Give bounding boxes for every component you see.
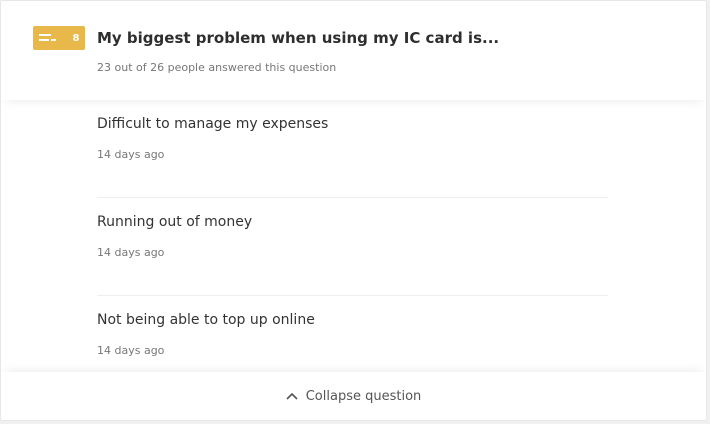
question-title: My biggest problem when using my IC card… <box>97 29 500 47</box>
list-item: Difficult to manage my expenses 14 days … <box>97 100 608 198</box>
question-badge: 8 <box>33 26 85 50</box>
answer-text: Running out of money <box>97 214 253 230</box>
question-header: 8 My biggest problem when using my IC ca… <box>1 1 706 100</box>
question-card: 8 My biggest problem when using my IC ca… <box>1 1 706 420</box>
collapse-question-button[interactable]: Collapse question <box>1 372 706 420</box>
list-item: Not being able to top up online 14 days … <box>97 296 608 371</box>
answer-list: Difficult to manage my expenses 14 days … <box>97 100 608 371</box>
answer-timestamp: 14 days ago <box>97 344 165 357</box>
list-item: Running out of money 14 days ago <box>97 198 608 296</box>
collapse-question-label: Collapse question <box>305 388 422 404</box>
answer-timestamp: 14 days ago <box>97 246 165 259</box>
answer-text: Not being able to top up online <box>97 312 315 328</box>
text-lines-icon <box>39 34 56 41</box>
answer-text: Difficult to manage my expenses <box>97 116 329 132</box>
response-count: 23 out of 26 people answered this questi… <box>97 61 337 74</box>
question-number: 8 <box>72 32 80 44</box>
answer-timestamp: 14 days ago <box>97 148 165 161</box>
chevron-up-icon <box>286 392 298 400</box>
